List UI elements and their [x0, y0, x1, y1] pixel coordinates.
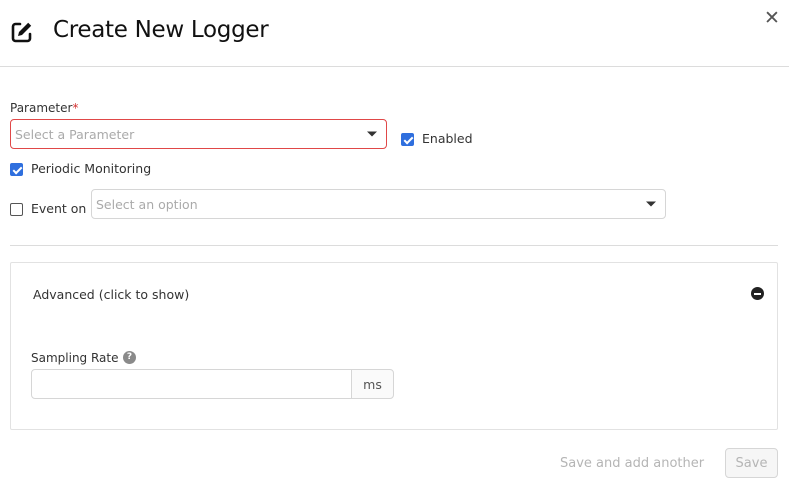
- dialog-header: Create New Logger: [0, 0, 789, 67]
- periodic-monitoring-label: Periodic Monitoring: [31, 161, 152, 176]
- parameter-select-placeholder: Select a Parameter: [15, 126, 135, 142]
- close-icon[interactable]: ✕: [764, 8, 780, 28]
- advanced-toggle[interactable]: Advanced (click to show): [33, 287, 189, 302]
- required-mark: *: [72, 101, 79, 115]
- save-and-add-another-button[interactable]: Save and add another: [556, 452, 708, 475]
- enabled-label: Enabled: [422, 131, 473, 146]
- sampling-rate-label: Sampling Rate: [31, 351, 119, 365]
- event-on-label: Event on: [31, 201, 87, 216]
- enabled-checkbox[interactable]: [401, 133, 414, 146]
- section-divider: [10, 245, 778, 246]
- periodic-monitoring-checkbox[interactable]: [10, 163, 23, 176]
- dialog-title: Create New Logger: [53, 17, 269, 43]
- help-icon[interactable]: ?: [123, 351, 136, 364]
- caret-down-icon: [646, 201, 656, 207]
- caret-down-icon: [367, 131, 377, 137]
- sampling-rate-unit: ms: [351, 369, 394, 399]
- event-on-select-placeholder: Select an option: [96, 196, 198, 212]
- event-on-select[interactable]: Select an option: [91, 189, 666, 219]
- parameter-label-text: Parameter: [10, 101, 73, 115]
- sampling-rate-input[interactable]: [31, 369, 352, 399]
- edit-icon: [11, 22, 32, 43]
- event-on-checkbox[interactable]: [10, 203, 23, 216]
- save-button[interactable]: Save: [725, 448, 778, 478]
- parameter-label: Parameter*: [10, 101, 78, 115]
- parameter-select[interactable]: Select a Parameter: [10, 119, 387, 149]
- minus-circle-icon[interactable]: [751, 287, 764, 300]
